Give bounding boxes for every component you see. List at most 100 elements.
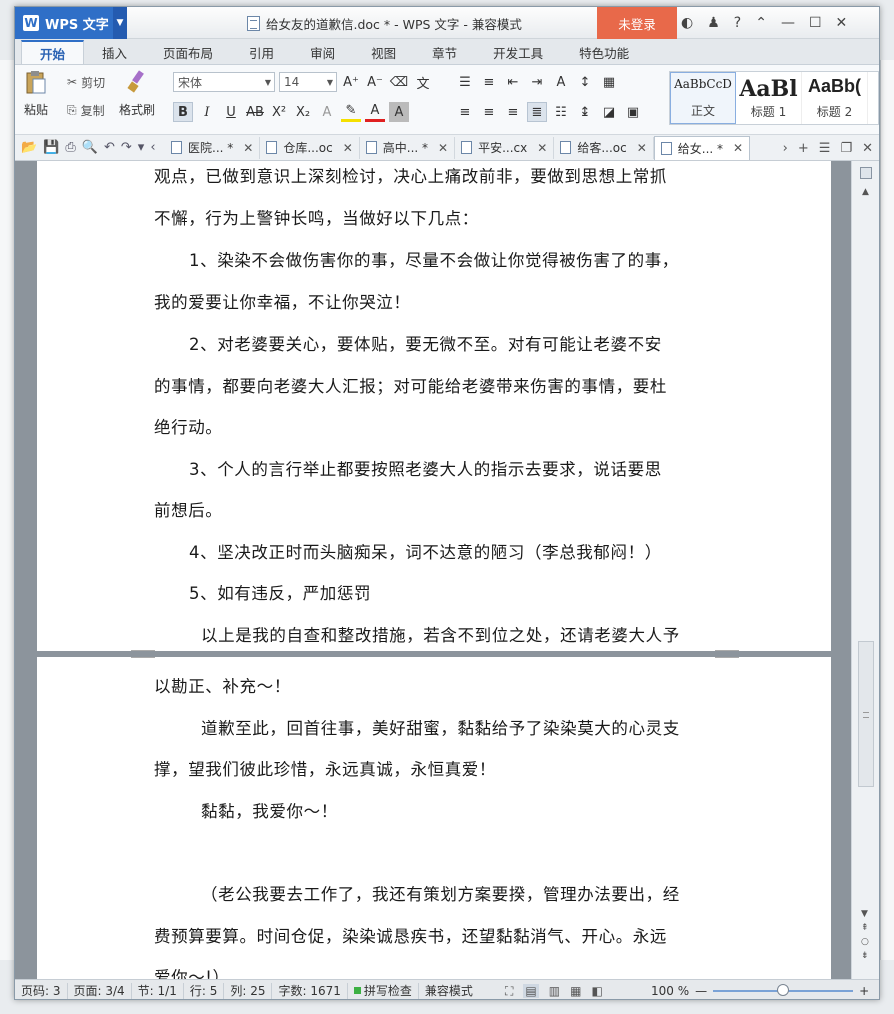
tab-special[interactable]: 特色功能 — [561, 40, 647, 64]
align-left-icon[interactable]: ≡ — [455, 102, 475, 122]
change-case-icon[interactable]: A — [551, 72, 571, 92]
word-count[interactable]: 字数: 1671 — [272, 982, 348, 999]
redo-icon[interactable]: ↷ — [121, 140, 132, 155]
tab-review[interactable]: 审阅 — [292, 40, 353, 64]
open-icon[interactable]: 📂 — [21, 140, 37, 155]
skin-icon[interactable]: ◐ — [681, 15, 693, 31]
reading-view-icon[interactable]: ◧ — [591, 984, 602, 998]
superscript-icon[interactable]: X² — [269, 102, 289, 122]
new-tab-icon[interactable]: + — [798, 141, 809, 156]
close-icon[interactable]: ✕ — [243, 141, 253, 155]
tab-home[interactable]: 开始 — [21, 40, 85, 64]
increase-indent-icon[interactable]: ⇥ — [527, 72, 547, 92]
close-icon[interactable]: ✕ — [438, 141, 448, 155]
phonetic-icon[interactable]: 文 — [413, 72, 433, 92]
ribbon-collapse-icon[interactable]: ⌃ — [755, 15, 767, 31]
distribute-icon[interactable]: ☷ — [551, 102, 571, 122]
justify-icon[interactable]: ≣ — [527, 102, 547, 122]
tab-view[interactable]: 视图 — [353, 40, 414, 64]
copy-button[interactable]: ⎘ 复制 — [67, 99, 105, 121]
login-button[interactable]: 未登录 — [597, 7, 677, 39]
clear-format-icon[interactable]: ⌫ — [389, 72, 409, 92]
align-right-icon[interactable]: ≡ — [503, 102, 523, 122]
undo-icon[interactable]: ↶ — [104, 140, 115, 155]
shading-icon[interactable]: ◪ — [599, 102, 619, 122]
format-painter-button[interactable]: 格式刷 — [119, 69, 155, 118]
browse-object-icon[interactable]: ○ — [861, 937, 869, 947]
bold-icon[interactable]: B — [173, 102, 193, 122]
document-canvas[interactable]: 观点，已做到意识上深刻检讨，决心上痛改前非，要做到思想上常抓 不懈，行为上警钟长… — [15, 161, 851, 979]
scroll-down-icon[interactable]: ▼ — [861, 909, 869, 919]
section[interactable]: 节: 1/1 — [132, 982, 184, 999]
char-shading-icon[interactable]: A — [389, 102, 409, 122]
align-center-icon[interactable]: ≡ — [479, 102, 499, 122]
zoom-in-icon[interactable]: + — [859, 984, 869, 998]
decrease-indent-icon[interactable]: ⇤ — [503, 72, 523, 92]
prev-page-icon[interactable]: ⇞ — [861, 923, 869, 933]
fullscreen-view-icon[interactable]: ⛶ — [505, 984, 513, 999]
zoom-slider[interactable] — [713, 984, 854, 996]
spellcheck-toggle[interactable]: 拼写检查 — [348, 982, 419, 999]
chevron-down-icon[interactable]: ▼ — [113, 7, 127, 39]
close-icon[interactable]: ✕ — [637, 141, 647, 155]
sort-icon[interactable]: ↕ — [575, 72, 595, 92]
strikethrough-icon[interactable]: AB — [245, 102, 265, 122]
underline-icon[interactable]: U — [221, 102, 241, 122]
bullets-icon[interactable]: ☰ — [455, 72, 475, 92]
style-normal[interactable]: AaBbCcD 正文 — [670, 72, 736, 124]
doc-tab[interactable]: 给客...oc ✕ — [554, 136, 654, 159]
vertical-scrollbar[interactable]: ▲ ▼ ⇞ ○ ⇟ — [851, 161, 879, 979]
close-icon[interactable]: ✕ — [836, 15, 848, 31]
grow-font-icon[interactable]: A⁺ — [341, 72, 361, 92]
next-page-icon[interactable]: ⇟ — [861, 951, 869, 961]
text-effect-icon[interactable]: A — [317, 102, 337, 122]
chevron-left-icon[interactable]: ‹ — [150, 140, 155, 155]
chevron-down-icon[interactable]: ▾ — [138, 140, 145, 155]
outline-view-icon[interactable]: ▥ — [549, 984, 560, 998]
line-spacing-icon[interactable]: ↨ — [575, 102, 595, 122]
style-heading-2[interactable]: AaBb( 标题 2 — [802, 72, 868, 124]
table-icon[interactable]: ▦ — [599, 72, 619, 92]
font-name-select[interactable]: 宋体 ▼ — [173, 72, 275, 92]
shirt-icon[interactable]: ♟ — [707, 15, 720, 31]
zoom-slider-knob[interactable] — [777, 984, 790, 996]
numbering-icon[interactable]: ≡ — [479, 72, 499, 92]
preview-icon[interactable]: 🔍 — [82, 140, 98, 155]
close-icon[interactable]: ✕ — [862, 141, 873, 156]
print-icon[interactable]: ⎙ — [65, 140, 75, 155]
scrollbar-thumb[interactable] — [858, 641, 874, 787]
subscript-icon[interactable]: X₂ — [293, 102, 313, 122]
close-icon[interactable]: ✕ — [537, 141, 547, 155]
page-count[interactable]: 页面: 3/4 — [68, 982, 132, 999]
paste-button[interactable]: 粘贴 — [23, 69, 49, 118]
save-icon[interactable]: 💾 — [43, 140, 59, 155]
doc-tab-active[interactable]: 给女... * ✕ — [653, 135, 751, 160]
help-icon[interactable]: ? — [734, 15, 741, 31]
font-color-icon[interactable]: A — [365, 102, 385, 122]
tab-page-layout[interactable]: 页面布局 — [145, 40, 231, 64]
cut-button[interactable]: ✂ 剪切 — [67, 71, 105, 93]
doc-tab[interactable]: 平安...cx ✕ — [455, 136, 555, 159]
scroll-up-icon[interactable]: ▲ — [862, 187, 869, 197]
tab-developer[interactable]: 开发工具 — [475, 40, 561, 64]
shrink-font-icon[interactable]: A⁻ — [365, 72, 385, 92]
close-icon[interactable]: ✕ — [733, 141, 743, 155]
zoom-value[interactable]: 100 % — [651, 984, 689, 998]
restore-icon[interactable]: ❐ — [840, 141, 852, 156]
page-view-icon[interactable]: ▤ — [523, 984, 539, 998]
tab-insert[interactable]: 插入 — [84, 40, 145, 64]
maximize-icon[interactable]: ☐ — [809, 15, 822, 31]
highlight-icon[interactable]: ✎ — [341, 102, 361, 122]
doc-tab[interactable]: 高中... * ✕ — [360, 136, 456, 159]
app-menu-button[interactable]: W WPS 文字 ▼ — [15, 7, 127, 39]
doc-tab[interactable]: 医院... * ✕ — [165, 136, 261, 159]
style-heading-1[interactable]: AaBl 标题 1 — [736, 72, 802, 124]
zoom-out-icon[interactable]: — — [695, 984, 707, 998]
page-number[interactable]: 页码: 3 — [15, 982, 68, 999]
tab-references[interactable]: 引用 — [231, 40, 292, 64]
borders-icon[interactable]: ▣ — [623, 102, 643, 122]
tab-chapter[interactable]: 章节 — [414, 40, 475, 64]
split-view-icon[interactable] — [860, 167, 872, 179]
tab-list-icon[interactable]: ☰ — [819, 141, 831, 156]
minimize-icon[interactable]: — — [781, 15, 795, 31]
